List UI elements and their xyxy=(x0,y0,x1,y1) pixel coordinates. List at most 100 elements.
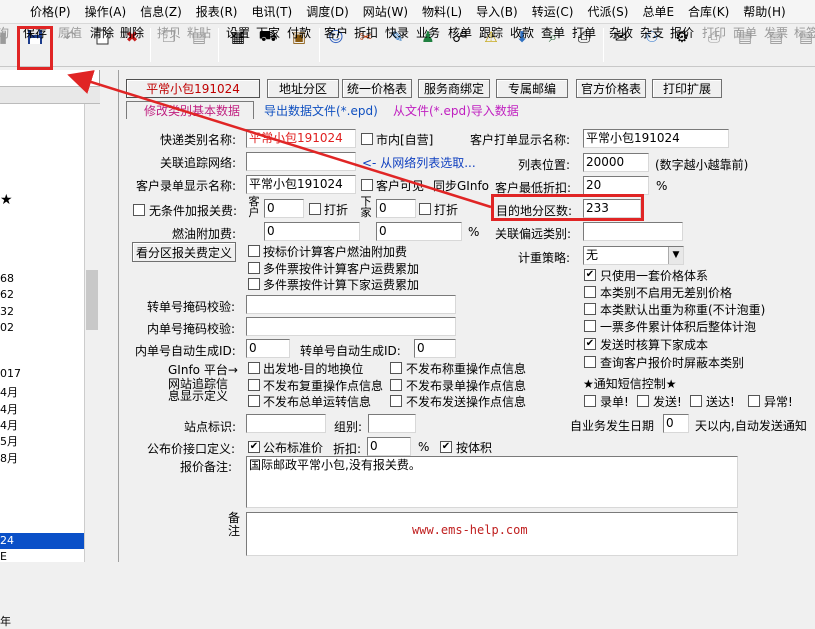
track-net-hint[interactable]: <- 从网络列表选取... xyxy=(362,154,476,171)
menu-operation[interactable]: 操作(A) xyxy=(79,3,135,20)
tab-print-extension[interactable]: 打印扩展 xyxy=(652,79,722,98)
fuel-std-checkbox[interactable] xyxy=(248,245,260,257)
left-list-scroll-thumb[interactable] xyxy=(86,270,98,330)
settings-button[interactable]: ▦ 设置 xyxy=(224,25,252,66)
subtab-edit-basic[interactable]: 修改类别基本数据 xyxy=(144,102,240,119)
sms-arrive-checkbox[interactable] xyxy=(690,395,702,407)
transfer-mask-input[interactable] xyxy=(246,295,456,314)
print-button[interactable]: ⎙ 打印 xyxy=(700,25,728,66)
no-send-info-checkbox[interactable] xyxy=(390,395,402,407)
menu-material[interactable]: 物料(L) xyxy=(416,3,470,20)
list-item[interactable]: E xyxy=(0,550,7,563)
menu-delivery[interactable]: 代派(S) xyxy=(581,3,636,20)
check-cost-checkbox[interactable]: ✔ xyxy=(584,338,596,350)
business-button[interactable]: ♟ 业务 xyxy=(414,25,442,66)
list-item[interactable]: 017 xyxy=(0,367,21,380)
remote-type-input[interactable] xyxy=(583,222,683,241)
payment-button[interactable]: ▣ 付款 xyxy=(284,25,314,66)
downstream-customs-input[interactable]: 0 xyxy=(376,199,416,218)
query-bill-button[interactable]: ⌕ 查单 xyxy=(539,25,567,66)
tab-address-zone[interactable]: 地址分区 xyxy=(267,79,339,98)
group-input[interactable] xyxy=(368,414,416,433)
paste-button[interactable]: ▤ 粘贴 xyxy=(185,25,213,66)
default-weight-checkbox[interactable] xyxy=(584,303,596,315)
quote-button[interactable]: ⚙ 报价 xyxy=(668,25,696,66)
sms-abnormal-checkbox[interactable] xyxy=(748,395,760,407)
sms-send-checkbox[interactable] xyxy=(637,395,649,407)
list-item[interactable]: 02 xyxy=(0,321,14,334)
weight-strategy-select[interactable]: 无 ▼ xyxy=(583,246,684,265)
public-discount-input[interactable]: 0 xyxy=(367,437,411,456)
bill-name-input[interactable]: 平常小包191024 xyxy=(583,129,729,148)
list-item[interactable]: 68 xyxy=(0,272,14,285)
no-diff-price-checkbox[interactable] xyxy=(584,286,596,298)
quote-note-textarea[interactable]: 国际邮政平常小包,没有报关费。 xyxy=(246,456,738,508)
no-weigh-info-checkbox[interactable] xyxy=(390,362,402,374)
only-one-price-checkbox[interactable]: ✔ xyxy=(584,269,596,281)
chevron-down-icon[interactable]: ▼ xyxy=(668,247,683,264)
entry-name-input[interactable]: 平常小包191024 xyxy=(246,175,356,194)
inner-mask-input[interactable] xyxy=(246,317,456,336)
customer-visible-checkbox[interactable] xyxy=(361,179,373,191)
menu-telecom[interactable]: 电讯(T) xyxy=(245,3,300,20)
by-volume-checkbox[interactable]: ✔ xyxy=(440,441,452,453)
save-button[interactable]: 保存 xyxy=(20,25,50,66)
downstream-button[interactable]: ⛟ 下家 xyxy=(254,25,282,66)
multi-downstream-checkbox[interactable] xyxy=(248,278,260,290)
print-bill-button[interactable]: ⎙ 打单 xyxy=(570,25,598,66)
misc-receive-button[interactable]: ✉ 杂收 xyxy=(607,25,635,66)
menu-master-bill[interactable]: 总单E xyxy=(636,3,682,20)
downstream-discount-checkbox[interactable] xyxy=(419,203,431,215)
no-master-info-checkbox[interactable] xyxy=(248,395,260,407)
station-input[interactable] xyxy=(246,414,326,433)
menu-import[interactable]: 导入(B) xyxy=(470,3,526,20)
no-reweigh-info-checkbox[interactable] xyxy=(248,379,260,391)
view-zone-customs-button[interactable]: 看分区报关费定义 xyxy=(132,242,236,262)
zone-count-input[interactable]: 233 xyxy=(583,199,641,218)
query-button-fragment[interactable]: ▮ 询 xyxy=(0,25,10,66)
tab-type-name[interactable]: 平常小包191024 xyxy=(126,79,260,98)
menu-website[interactable]: 网站(W) xyxy=(357,3,416,20)
delete-button[interactable]: ✖ 删除 xyxy=(118,25,146,66)
list-item[interactable]: 5月 xyxy=(0,433,18,449)
fuel-customer-input[interactable]: 0 xyxy=(264,222,360,241)
list-pos-input[interactable]: 20000 xyxy=(583,153,649,172)
no-entry-info-checkbox[interactable] xyxy=(390,379,402,391)
list-item[interactable]: 8月 xyxy=(0,450,18,466)
list-item[interactable]: 4月 xyxy=(0,417,18,433)
customer-button[interactable]: ☺ 客户 xyxy=(322,25,350,66)
type-name-input[interactable]: 平常小包191024 xyxy=(246,129,356,148)
fuel-downstream-input[interactable]: 0 xyxy=(376,222,462,241)
self-date-input[interactable]: 0 xyxy=(663,414,689,433)
sms-entry-checkbox[interactable] xyxy=(584,395,596,407)
hide-type-checkbox[interactable] xyxy=(584,356,596,368)
list-item[interactable]: 32 xyxy=(0,305,14,318)
receive-payment-button[interactable]: ⬇ 收款 xyxy=(508,25,536,66)
list-item[interactable]: 年 xyxy=(0,613,11,629)
city-checkbox[interactable] xyxy=(361,133,373,145)
tab-unified-price[interactable]: 统一价格表 xyxy=(342,79,412,98)
tab-official-price[interactable]: 官方价格表 xyxy=(576,79,646,98)
customer-discount-checkbox[interactable] xyxy=(309,203,321,215)
menu-info[interactable]: 信息(Z) xyxy=(134,3,190,20)
list-item[interactable]: 4月 xyxy=(0,384,18,400)
public-std-checkbox[interactable]: ✔ xyxy=(248,441,260,453)
menu-price[interactable]: 价格(P) xyxy=(0,3,79,20)
menu-warehouse[interactable]: 合库(K) xyxy=(682,3,737,20)
origin-dest-swap-checkbox[interactable] xyxy=(248,362,260,374)
check-bill-button[interactable]: ☍ 核单 xyxy=(446,25,474,66)
menu-report[interactable]: 报表(R) xyxy=(190,3,246,20)
menu-transfer[interactable]: 转运(C) xyxy=(526,3,582,20)
left-list-scrollbar[interactable] xyxy=(84,104,100,562)
tab-provider-binding[interactable]: 服务商绑定 xyxy=(418,79,490,98)
original-value-button[interactable]: ↶ 原值 xyxy=(55,25,85,66)
transfer-auto-id-input[interactable]: 0 xyxy=(414,339,456,358)
misc-pay-button[interactable]: ⚇ 杂支 xyxy=(638,25,666,66)
quick-entry-button[interactable]: ✎ 快录 xyxy=(383,25,411,66)
list-item[interactable]: 4月 xyxy=(0,401,18,417)
list-item[interactable]: 24 xyxy=(0,534,14,547)
clear-button[interactable]: 清除 xyxy=(88,25,116,66)
tab-exclusive-zip[interactable]: 专属邮编 xyxy=(496,79,568,98)
min-discount-input[interactable]: 20 xyxy=(583,176,649,195)
inner-auto-id-input[interactable]: 0 xyxy=(246,339,290,358)
